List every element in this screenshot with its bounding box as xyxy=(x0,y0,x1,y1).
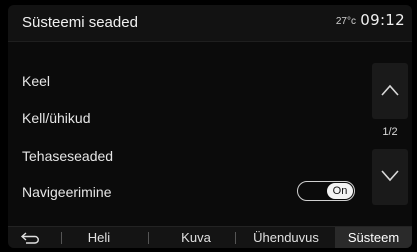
chevron-down-icon xyxy=(381,170,399,182)
screen: Süsteemi seaded 27°c 09:12 Keel Kell/ühi… xyxy=(0,0,417,252)
tab-divider xyxy=(235,232,236,244)
temperature-readout: 27°c xyxy=(335,16,356,27)
display-frame: Süsteemi seaded 27°c 09:12 Keel Kell/ühi… xyxy=(8,5,412,248)
menu-item-clock-units[interactable]: Kell/ühikud xyxy=(8,102,370,136)
header-bar: Süsteemi seaded 27°c 09:12 xyxy=(8,5,412,42)
bottom-tab-bar: Heli Kuva Ühenduvus Süsteem xyxy=(8,226,412,248)
back-arrow-icon xyxy=(20,232,39,244)
menu-item-navigation[interactable]: Navigeerimine On xyxy=(8,176,370,210)
menu-item-label: Navigeerimine xyxy=(22,184,112,200)
tab-divider xyxy=(61,232,62,244)
scroll-up-button[interactable] xyxy=(372,63,408,119)
page-indicator: 1/2 xyxy=(382,126,398,138)
scrollbar: 1/2 xyxy=(372,63,408,205)
settings-menu: Keel Kell/ühikud Tehaseseaded Navigeerim… xyxy=(8,41,370,209)
tab-divider xyxy=(148,232,149,244)
tab-display[interactable]: Kuva xyxy=(166,227,226,248)
scroll-down-button[interactable] xyxy=(372,149,408,205)
chevron-up-icon xyxy=(381,84,399,96)
toggle-state-label: On xyxy=(327,183,353,199)
tab-system[interactable]: Süsteem xyxy=(335,227,412,248)
tab-sound[interactable]: Heli xyxy=(70,227,128,248)
page-title: Süsteemi seaded xyxy=(22,14,138,31)
tab-connectivity[interactable]: Ühenduvus xyxy=(240,227,332,248)
back-button[interactable] xyxy=(20,231,42,245)
clock: 09:12 xyxy=(360,11,405,29)
navigation-toggle[interactable]: On xyxy=(297,181,355,201)
menu-item-language[interactable]: Keel xyxy=(8,65,370,99)
menu-item-factory-settings[interactable]: Tehaseseaded xyxy=(8,140,370,174)
menu-item-label: Kell/ühikud xyxy=(22,110,91,126)
menu-item-label: Tehaseseaded xyxy=(22,148,114,164)
menu-item-label: Keel xyxy=(22,73,51,89)
